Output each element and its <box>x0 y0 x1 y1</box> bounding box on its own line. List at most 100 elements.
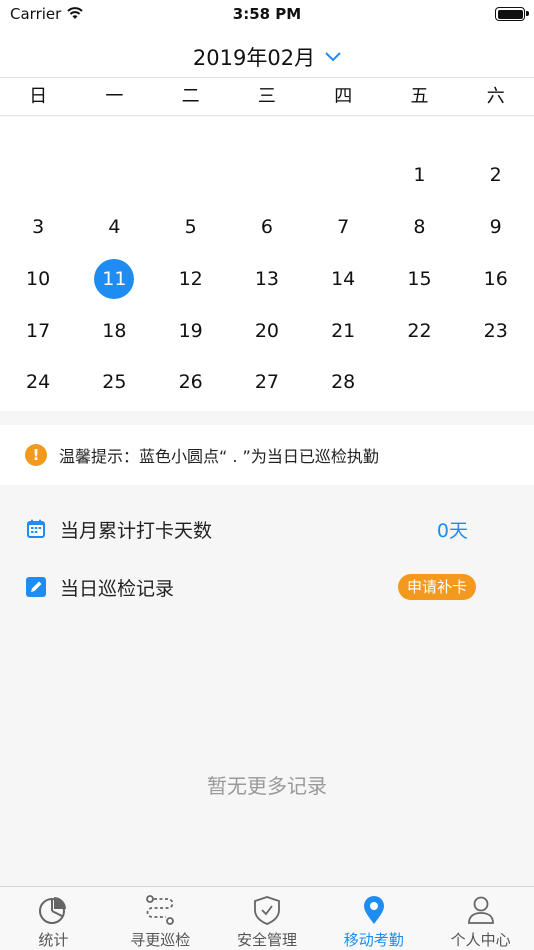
calendar-day[interactable]: 14 <box>305 253 381 305</box>
weekday-tue: 二 <box>181 86 200 107</box>
calendar-day[interactable]: 17 <box>0 305 76 357</box>
calendar-week: 12 <box>0 149 534 201</box>
calendar-day[interactable]: 10 <box>0 253 76 305</box>
tab-label: 寻更巡检 <box>130 931 191 949</box>
tip-text: 温馨提示：蓝色小圆点“ . ”为当日已巡检执勤 <box>59 447 379 466</box>
calendar-day-number: 23 <box>483 320 508 342</box>
calendar-grid: 1 2 3 4 5 6 7 8 9 10 11 12 13 14 15 16 17 18 19 20 21 22 23 24 2… <box>0 117 534 411</box>
calendar-day[interactable]: 21 <box>305 305 381 357</box>
tab-statistics[interactable]: 统计 <box>0 887 107 950</box>
status-bar: Carrier 3:58 PM <box>0 0 534 30</box>
location-pin-icon <box>363 896 384 924</box>
edit-icon <box>26 577 46 597</box>
calendar-day[interactable]: 9 <box>458 201 534 253</box>
calendar-day-number: 21 <box>331 320 356 342</box>
person-icon <box>467 896 494 924</box>
calendar-day-number: 4 <box>108 216 121 238</box>
calendar-day-number: 17 <box>26 320 51 342</box>
calendar-day[interactable]: 3 <box>0 201 76 253</box>
calendar-day[interactable]: 5 <box>153 201 229 253</box>
battery-icon <box>495 7 529 21</box>
calendar-empty-cell <box>458 356 534 408</box>
pie-chart-icon <box>39 897 67 924</box>
calendar-week: 3 4 5 6 7 8 9 <box>0 201 534 253</box>
calendar-day[interactable]: 13 <box>229 253 305 305</box>
calendar-day[interactable]: 20 <box>229 305 305 357</box>
calendar-day-number: 25 <box>102 371 127 393</box>
calendar-day-number: 18 <box>102 320 127 342</box>
month-header: 2019年02月 <box>0 30 534 78</box>
calendar-icon <box>27 519 45 538</box>
tab-attendance[interactable]: 移动考勤 <box>320 887 427 950</box>
calendar-day-number: 5 <box>184 216 197 238</box>
calendar-day-number: 28 <box>331 371 356 393</box>
shield-icon <box>254 896 280 925</box>
calendar-week: 10 11 12 13 14 15 16 <box>0 253 534 305</box>
tab-safety[interactable]: 安全管理 <box>214 887 321 950</box>
calendar-day-number: 1 <box>413 164 426 186</box>
calendar-day[interactable]: 25 <box>76 356 152 408</box>
calendar-day-number: 20 <box>254 320 280 342</box>
calendar-day-number: 6 <box>260 216 273 238</box>
calendar-day[interactable]: 27 <box>229 356 305 408</box>
calendar-day[interactable]: 7 <box>305 201 381 253</box>
calendar-day-number: 3 <box>32 216 45 238</box>
calendar-week: 24 25 26 27 28 <box>0 356 534 408</box>
month-selector[interactable]: 2019年02月 <box>0 42 534 72</box>
calendar-day[interactable]: 26 <box>153 356 229 408</box>
daily-record-row: 当日巡检记录 申请补卡 <box>0 558 534 616</box>
calendar-empty-cell <box>381 356 457 408</box>
weekday-sat: 六 <box>486 86 505 107</box>
calendar-day-number: 8 <box>413 216 426 238</box>
weekday-fri: 五 <box>410 86 429 107</box>
weekday-sun: 日 <box>29 86 48 107</box>
calendar-day-number: 2 <box>489 164 502 186</box>
calendar-day[interactable]: 28 <box>305 356 381 408</box>
calendar-day-number: 13 <box>254 268 280 290</box>
chevron-down-icon <box>325 52 341 62</box>
calendar-day-number: 22 <box>407 320 432 342</box>
calendar-day[interactable]: 22 <box>381 305 457 357</box>
tab-label: 安全管理 <box>236 931 297 949</box>
weekday-mon: 一 <box>105 86 124 107</box>
tab-profile[interactable]: 个人中心 <box>427 887 534 950</box>
tab-label: 个人中心 <box>450 931 511 949</box>
calendar-day[interactable]: 8 <box>381 201 457 253</box>
calendar-empty-cell <box>229 149 305 201</box>
tab-bar: 统计 寻更巡检 安全管理 移动考勤 个人中心 <box>0 886 534 950</box>
status-time: 3:58 PM <box>232 5 302 23</box>
weekday-thu: 四 <box>334 86 353 107</box>
monthly-checkin-label: 当月累计打卡天数 <box>60 519 213 542</box>
calendar-day-number: 7 <box>337 216 350 238</box>
calendar-day-number: 19 <box>178 320 203 342</box>
calendar-day-number: 11 <box>94 259 135 299</box>
tip-bar: ! 温馨提示：蓝色小圆点“ . ”为当日已巡检执勤 <box>0 425 534 485</box>
calendar-day[interactable]: 4 <box>76 201 152 253</box>
calendar-day[interactable]: 18 <box>76 305 152 357</box>
calendar-day[interactable]: 6 <box>229 201 305 253</box>
calendar-day-number: 10 <box>26 268 51 290</box>
calendar-day-number: 9 <box>489 216 502 238</box>
calendar-day-number: 12 <box>178 268 203 290</box>
calendar-day[interactable]: 19 <box>153 305 229 357</box>
calendar-day[interactable]: 12 <box>153 253 229 305</box>
calendar-day[interactable]: 23 <box>458 305 534 357</box>
apply-reissue-button[interactable]: 申请补卡 <box>397 574 476 600</box>
info-icon: ! <box>25 444 47 466</box>
calendar-week: 17 18 19 20 21 22 23 <box>0 305 534 357</box>
calendar-empty-cell <box>0 149 76 201</box>
calendar-empty-cell <box>153 149 229 201</box>
calendar-empty-cell <box>305 149 381 201</box>
monthly-checkin-value: 0天 <box>436 519 468 542</box>
calendar-day[interactable]: 15 <box>381 253 457 305</box>
tab-label: 移动考勤 <box>343 931 404 949</box>
calendar-day[interactable]: 2 <box>458 149 534 201</box>
calendar-day[interactable]: 16 <box>458 253 534 305</box>
weekday-row: 日 一 二 三 四 五 六 <box>0 78 534 116</box>
tab-label: 统计 <box>38 931 69 949</box>
tab-patrol[interactable]: 寻更巡检 <box>107 887 214 950</box>
calendar-day[interactable]: 1 <box>381 149 457 201</box>
calendar-day[interactable]: 24 <box>0 356 76 408</box>
calendar-day[interactable]: 11 <box>76 253 152 305</box>
calendar-day-number: 14 <box>331 268 356 290</box>
